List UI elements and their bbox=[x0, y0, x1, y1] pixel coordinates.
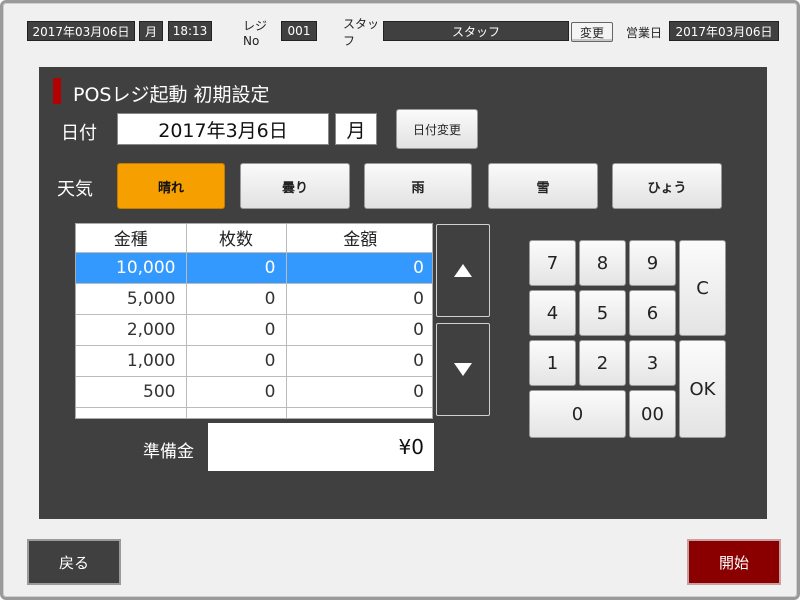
keypad-2[interactable]: 2 bbox=[579, 340, 626, 386]
arrow-down-icon bbox=[454, 363, 472, 376]
keypad-0[interactable]: 0 bbox=[529, 390, 626, 438]
weather-hail-button[interactable]: ひょう bbox=[612, 163, 722, 209]
table-row[interactable]: 500 0 0 bbox=[76, 376, 432, 408]
keypad-9[interactable]: 9 bbox=[629, 240, 676, 286]
start-button[interactable]: 開始 bbox=[687, 539, 781, 585]
business-day-value: 2017年03月06日 bbox=[669, 21, 779, 41]
register-label: レジNo bbox=[243, 18, 268, 48]
page-title: POSレジ起動 初期設定 bbox=[73, 84, 270, 106]
cell-amount: 0 bbox=[286, 283, 432, 315]
cell-count: 0 bbox=[186, 283, 287, 315]
staff-value: スタッフ bbox=[383, 21, 569, 41]
setup-panel: POSレジ起動 初期設定 日付 2017年3月6日 月 日付変更 天気 晴れ 曇… bbox=[39, 67, 767, 519]
scroll-up-button[interactable] bbox=[436, 224, 490, 317]
cell-denomination: 2,000 bbox=[76, 314, 187, 346]
cell-denomination bbox=[76, 407, 187, 418]
cell-amount: 0 bbox=[286, 252, 432, 284]
cell-count: 0 bbox=[186, 376, 287, 408]
date-display: 2017年3月6日 bbox=[117, 113, 329, 145]
keypad-4[interactable]: 4 bbox=[529, 290, 576, 336]
cell-denomination: 1,000 bbox=[76, 345, 187, 377]
weather-sunny-button[interactable]: 晴れ bbox=[117, 163, 225, 209]
keypad-5[interactable]: 5 bbox=[579, 290, 626, 336]
back-button[interactable]: 戻る bbox=[27, 539, 121, 585]
column-header-denomination: 金種 bbox=[76, 224, 187, 253]
cell-amount: 0 bbox=[286, 376, 432, 408]
table-row[interactable] bbox=[76, 407, 432, 418]
header-date: 2017年03月06日 bbox=[27, 21, 135, 41]
staff-label: スタッフ bbox=[343, 17, 380, 48]
keypad-7[interactable]: 7 bbox=[529, 240, 576, 286]
table-row[interactable]: 1,000 0 0 bbox=[76, 345, 432, 377]
weather-snow-button[interactable]: 雪 bbox=[488, 163, 598, 209]
title-accent bbox=[53, 78, 61, 104]
cell-amount: 0 bbox=[286, 345, 432, 377]
table-row[interactable]: 2,000 0 0 bbox=[76, 314, 432, 346]
reserve-amount: ¥0 bbox=[208, 423, 434, 471]
cell-count: 0 bbox=[186, 345, 287, 377]
app-window: 2017年03月06日 月 18:13 レジNo 001 スタッフ スタッフ 変… bbox=[0, 0, 800, 600]
keypad-8[interactable]: 8 bbox=[579, 240, 626, 286]
table-row[interactable]: 5,000 0 0 bbox=[76, 283, 432, 315]
weather-cloudy-button[interactable]: 曇り bbox=[240, 163, 350, 209]
cell-denomination: 5,000 bbox=[76, 283, 187, 315]
staff-change-button[interactable]: 変更 bbox=[571, 22, 613, 42]
keypad-00[interactable]: 00 bbox=[629, 390, 676, 438]
keypad-ok[interactable]: OK bbox=[679, 340, 726, 438]
cell-amount: 0 bbox=[286, 314, 432, 346]
weekday-display: 月 bbox=[335, 113, 377, 145]
cell-denomination: 10,000 bbox=[76, 252, 187, 284]
header-time: 18:13 bbox=[168, 21, 212, 41]
keypad-clear[interactable]: C bbox=[679, 240, 726, 336]
denomination-table: 金種 枚数 金額 10,000 0 0 5,000 0 0 2,000 0 0 … bbox=[75, 223, 433, 419]
date-change-button[interactable]: 日付変更 bbox=[396, 109, 478, 149]
cell-count bbox=[186, 407, 287, 418]
header-weekday: 月 bbox=[139, 21, 163, 41]
weather-rain-button[interactable]: 雨 bbox=[364, 163, 472, 209]
reserve-label: 準備金 bbox=[143, 442, 194, 462]
date-label: 日付 bbox=[61, 123, 97, 144]
keypad-1[interactable]: 1 bbox=[529, 340, 576, 386]
cell-count: 0 bbox=[186, 252, 287, 284]
arrow-up-icon bbox=[454, 264, 472, 277]
business-day-label: 営業日 bbox=[626, 25, 663, 40]
table-row[interactable]: 10,000 0 0 bbox=[76, 252, 432, 284]
column-header-count: 枚数 bbox=[186, 224, 287, 253]
cell-count: 0 bbox=[186, 314, 287, 346]
cell-amount bbox=[286, 407, 432, 418]
keypad-3[interactable]: 3 bbox=[629, 340, 676, 386]
cell-denomination: 500 bbox=[76, 376, 187, 408]
weather-label: 天気 bbox=[57, 179, 93, 200]
keypad-6[interactable]: 6 bbox=[629, 290, 676, 336]
register-number: 001 bbox=[281, 21, 317, 41]
column-header-amount: 金額 bbox=[286, 224, 432, 253]
scroll-down-button[interactable] bbox=[436, 323, 490, 416]
